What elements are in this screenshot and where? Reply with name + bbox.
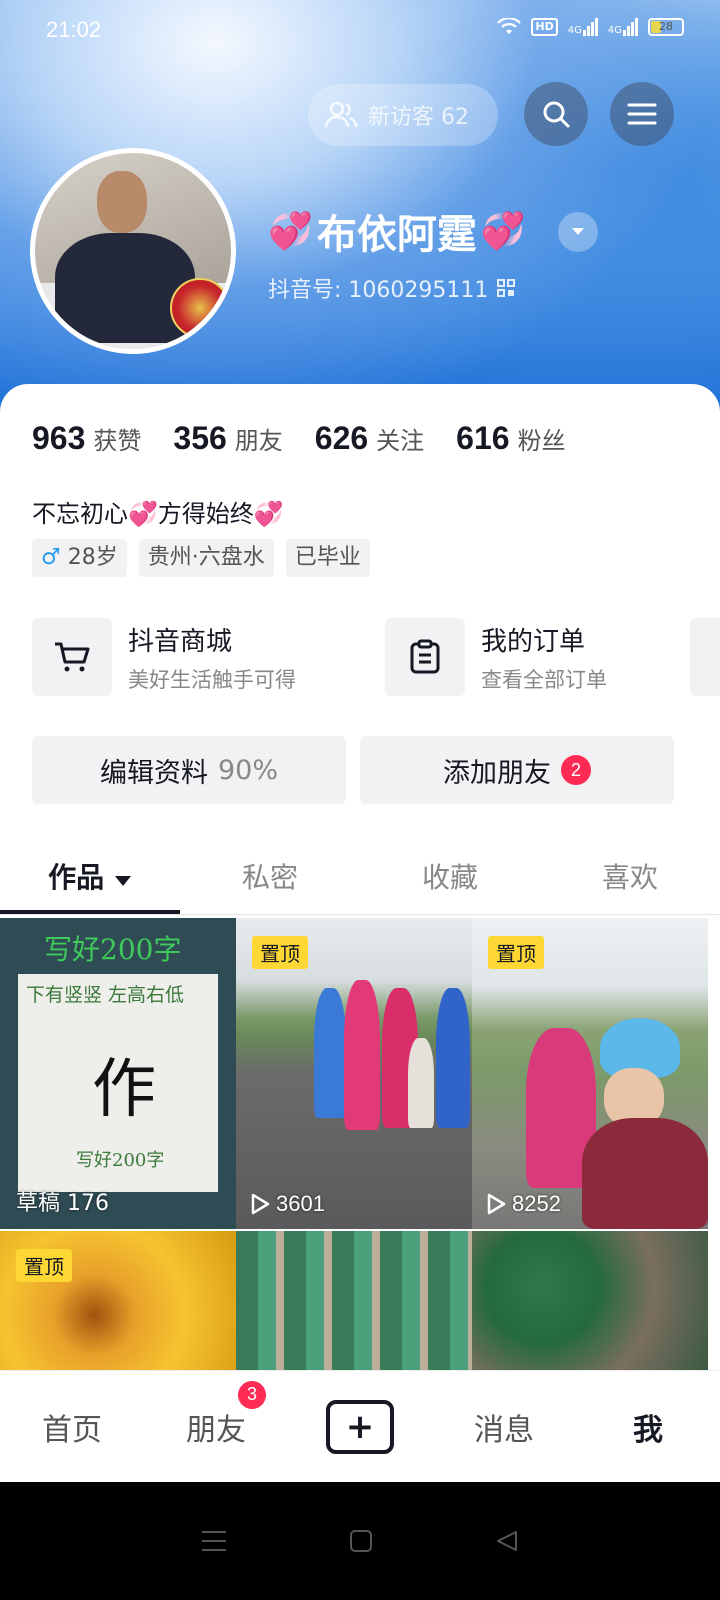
profile-tags: ♂ 28岁 贵州·六盘水 已毕业 (32, 539, 370, 577)
bottom-nav: 首页 朋友 3 + 消息 我 (0, 1370, 720, 1482)
tabs-divider (0, 914, 720, 915)
signal-icon: 4G (608, 18, 638, 36)
caret-down-icon (114, 876, 131, 886)
wifi-icon (497, 18, 522, 34)
stat-following[interactable]: 626 关注 (315, 420, 424, 457)
status-time: 21:02 (46, 17, 102, 42)
shop-shortcut[interactable]: 抖音商城 美好生活触手可得 (32, 618, 296, 696)
back-icon[interactable] (495, 1529, 519, 1553)
douyin-id-text: 抖音号: 1060295111 (268, 278, 489, 303)
recent-apps-icon[interactable] (201, 1530, 227, 1552)
location-tag: 贵州·六盘水 (138, 539, 274, 577)
status-icons: HD 4G 4G 28 (497, 18, 684, 36)
video-thumbnail[interactable]: 置顶 3601 (236, 918, 472, 1229)
pinned-badge: 置顶 (252, 936, 308, 969)
new-visitors-button[interactable]: 新访客 62 (308, 84, 498, 146)
add-friend-button[interactable]: 添加朋友 2 (360, 736, 674, 804)
pinned-badge: 置顶 (16, 1249, 72, 1282)
content-tabs: 作品 私密 收藏 喜欢 (0, 846, 720, 916)
video-thumbnail[interactable] (236, 1231, 472, 1371)
stat-likes[interactable]: 963 获赞 (32, 420, 141, 457)
orders-shortcut[interactable]: 我的订单 查看全部订单 (385, 618, 607, 696)
caret-down-icon (572, 228, 584, 235)
clipboard-icon (385, 618, 465, 696)
nav-friends[interactable]: 朋友 3 (144, 1378, 288, 1449)
play-count: 8252 (486, 1191, 561, 1217)
nav-me[interactable]: 我 (576, 1405, 720, 1449)
status-bar: 21:02 HD 4G 4G 28 (0, 0, 720, 64)
video-thumbnail[interactable]: 置顶 (0, 1231, 236, 1371)
signal-icon: 4G (568, 18, 598, 36)
qr-code-icon[interactable] (496, 278, 516, 298)
avatar[interactable] (30, 148, 236, 354)
edit-profile-button[interactable]: 编辑资料 90% (32, 736, 346, 804)
stat-friends[interactable]: 356 朋友 (173, 420, 282, 457)
nav-messages[interactable]: 消息 (432, 1405, 576, 1449)
video-thumbnail[interactable]: 写好200字 下有竖竖 左高右低 作 写好200字 草稿 176 (0, 918, 236, 1229)
draft-label: 草稿 176 (16, 1191, 109, 1216)
bio-text: 不忘初心💞方得始终💞 (32, 500, 284, 528)
nav-home[interactable]: 首页 (0, 1405, 144, 1449)
shop-title: 抖音商城 (128, 626, 233, 657)
menu-button[interactable] (610, 82, 674, 146)
visitor-label: 新访客 62 (368, 105, 469, 130)
tab-works[interactable]: 作品 (0, 846, 180, 916)
battery-icon: 28 (648, 18, 684, 36)
douyin-id[interactable]: 抖音号: 1060295111 (268, 272, 516, 304)
education-tag: 已毕业 (285, 539, 370, 577)
tab-likes[interactable]: 喜欢 (540, 846, 720, 916)
play-count: 3601 (250, 1191, 325, 1217)
add-friend-badge: 2 (561, 755, 591, 785)
friends-badge: 3 (236, 1378, 268, 1411)
system-nav-bar (0, 1482, 720, 1600)
heart-emoji: 💞 (480, 211, 526, 252)
play-icon (251, 1193, 270, 1215)
shop-subtitle: 美好生活触手可得 (128, 667, 296, 692)
hamburger-icon (627, 103, 657, 125)
nav-create[interactable]: + (288, 1399, 432, 1454)
visitors-icon (324, 101, 358, 128)
plus-icon: + (326, 1399, 394, 1454)
orders-title: 我的订单 (481, 626, 586, 657)
play-icon (487, 1193, 506, 1215)
hd-icon: HD (531, 18, 558, 36)
heart-emoji: 💞 (268, 211, 313, 252)
tab-private[interactable]: 私密 (180, 846, 360, 916)
more-shortcut[interactable] (690, 618, 720, 696)
search-button[interactable] (524, 82, 588, 146)
home-icon[interactable] (349, 1529, 373, 1553)
male-icon: ♂ (41, 545, 61, 570)
video-thumbnail[interactable] (472, 1231, 708, 1371)
cart-icon (32, 618, 112, 696)
video-thumbnail[interactable]: 置顶 8252 (472, 918, 708, 1229)
account-switch-button[interactable] (558, 212, 598, 252)
username: 💞 布依阿霆 💞 (268, 202, 526, 260)
age-tag: ♂ 28岁 (32, 539, 127, 577)
pinned-badge: 置顶 (488, 936, 544, 969)
stat-followers[interactable]: 616 粉丝 (456, 420, 565, 457)
emblem-badge (170, 278, 230, 338)
username-text: 布依阿霆 (316, 212, 477, 258)
orders-subtitle: 查看全部订单 (481, 667, 607, 692)
stats-row: 963 获赞 356 朋友 626 关注 616 粉丝 (32, 420, 566, 457)
tab-favorites[interactable]: 收藏 (360, 846, 540, 916)
search-icon (543, 101, 570, 128)
